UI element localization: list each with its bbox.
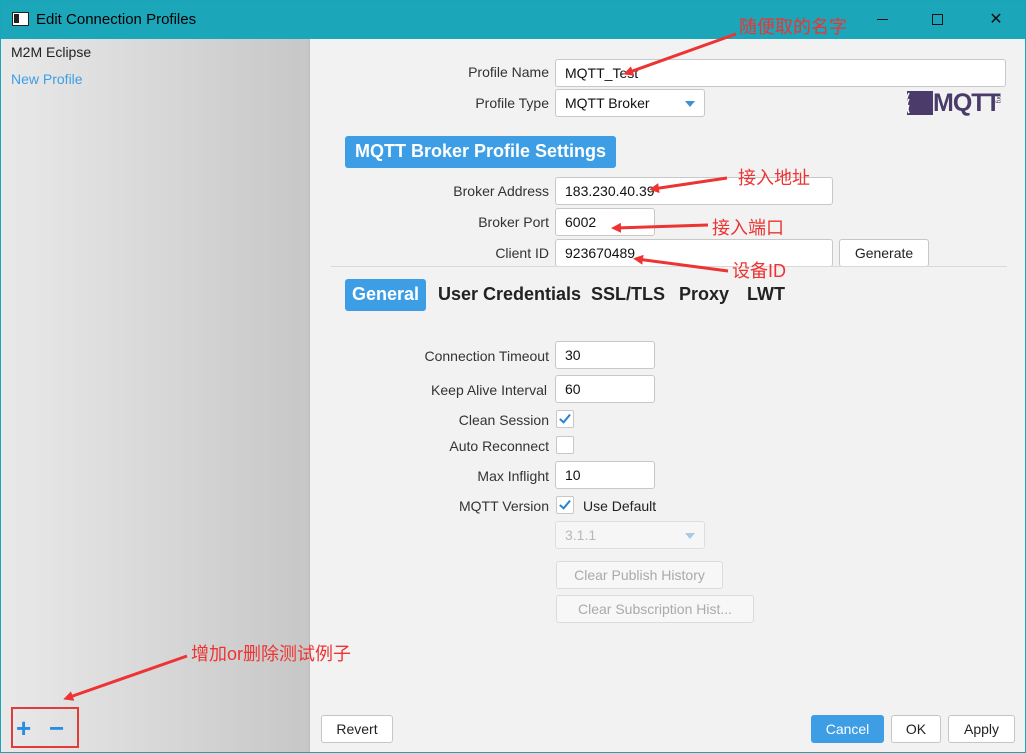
auto-reconnect-label: Auto Reconnect: [449, 438, 549, 454]
app-window-icon: [12, 12, 29, 26]
close-button[interactable]: ✕: [973, 1, 1019, 39]
tab-user-credentials[interactable]: User Credentials: [431, 279, 588, 311]
client-id-label: Client ID: [495, 245, 549, 261]
annotation-device-note: 设备ID: [732, 261, 786, 281]
annotation-address-note: 接入地址: [738, 168, 810, 188]
clean-session-checkbox[interactable]: [556, 410, 574, 428]
profile-type-label: Profile Type: [475, 95, 549, 111]
auto-reconnect-checkbox[interactable]: [556, 436, 574, 454]
annotation-port-note: 接入端口: [712, 218, 784, 238]
title-bar[interactable]: Edit Connection Profiles ✕: [1, 1, 1025, 39]
use-default-version-checkbox[interactable]: [556, 496, 574, 514]
broker-port-input[interactable]: 6002: [555, 208, 655, 236]
connection-timeout-label: Connection Timeout: [424, 348, 549, 364]
generate-client-id-button[interactable]: Generate: [839, 239, 929, 267]
mqtt-logo: MQTT .org: [907, 89, 1007, 117]
keep-alive-input[interactable]: 60: [555, 375, 655, 403]
mqtt-version-select[interactable]: 3.1.1: [555, 521, 705, 549]
minimize-icon: [876, 19, 888, 21]
tab-general[interactable]: General: [345, 279, 427, 311]
remove-profile-button[interactable]: −: [49, 715, 64, 741]
max-inflight-input[interactable]: 10: [555, 461, 655, 489]
edit-connection-profiles-window: Edit Connection Profiles ✕ M2M Eclipse N…: [0, 0, 1026, 753]
broker-port-label: Broker Port: [478, 214, 549, 230]
profile-item-m2m-eclipse[interactable]: M2M Eclipse: [11, 44, 91, 60]
clean-session-label: Clean Session: [458, 412, 549, 428]
maximize-button[interactable]: [914, 1, 960, 39]
ok-button[interactable]: OK: [891, 715, 941, 743]
profile-type-select[interactable]: MQTT Broker: [555, 89, 705, 117]
profile-name-label: Profile Name: [468, 64, 549, 80]
use-default-label: Use Default: [583, 498, 657, 514]
keep-alive-label: Keep Alive Interval: [431, 382, 547, 398]
chevron-down-icon: [685, 101, 695, 107]
check-icon: [559, 497, 571, 510]
add-remove-highlight-box: + −: [11, 707, 79, 748]
minimize-button[interactable]: [859, 1, 905, 39]
tab-ssl-tls[interactable]: SSL/TLS: [584, 279, 672, 311]
tab-lwt[interactable]: LWT: [740, 279, 792, 311]
check-icon: [559, 411, 571, 424]
apply-button[interactable]: Apply: [948, 715, 1015, 743]
mqtt-logo-text: MQTT: [933, 89, 1001, 117]
profile-item-new-profile[interactable]: New Profile: [11, 71, 83, 87]
window-title: Edit Connection Profiles: [36, 11, 197, 28]
profile-type-value: MQTT Broker: [565, 95, 650, 111]
annotation-name-note: 随便取的名字: [739, 17, 847, 37]
tab-proxy[interactable]: Proxy: [672, 279, 736, 311]
profile-name-input[interactable]: MQTT_Test: [555, 59, 1006, 87]
mqtt-version-label: MQTT Version: [459, 498, 549, 514]
mqtt-logo-org: .org: [995, 93, 1001, 104]
chevron-down-icon: [685, 533, 695, 539]
mqtt-version-value: 3.1.1: [565, 527, 597, 543]
broker-settings-header: MQTT Broker Profile Settings: [345, 136, 617, 168]
cancel-button[interactable]: Cancel: [811, 715, 884, 743]
add-profile-button[interactable]: +: [16, 715, 31, 741]
client-id-input[interactable]: 923670489: [555, 239, 833, 267]
clear-subscription-history-button[interactable]: Clear Subscription Hist...: [556, 595, 754, 623]
mqtt-signal-icon: [907, 91, 933, 115]
close-icon: ✕: [989, 11, 1003, 28]
annotation-add-remove-note: 增加or删除测试例子: [191, 644, 352, 664]
connection-timeout-input[interactable]: 30: [555, 341, 655, 369]
maximize-icon: [931, 14, 943, 26]
max-inflight-label: Max Inflight: [477, 468, 549, 484]
profile-editor: Profile Name MQTT_Test Profile Type MQTT…: [311, 39, 1025, 752]
clear-publish-history-button[interactable]: Clear Publish History: [556, 561, 723, 589]
revert-button[interactable]: Revert: [321, 715, 393, 743]
section-divider: [331, 266, 1007, 267]
broker-address-label: Broker Address: [453, 183, 549, 199]
